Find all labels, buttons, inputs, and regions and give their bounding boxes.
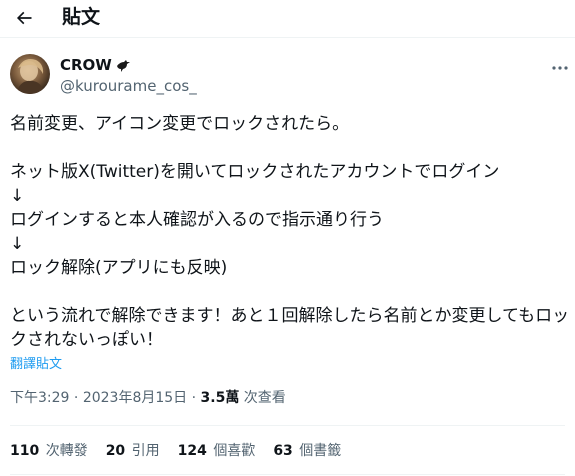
stat-label: 引用 bbox=[131, 443, 160, 459]
stat-count: 63 bbox=[273, 443, 293, 459]
quotes-stat[interactable]: 20 引用 bbox=[106, 442, 160, 460]
author-handle[interactable]: @kurourame_cos_ bbox=[60, 76, 197, 96]
header-divider bbox=[0, 37, 575, 38]
tweet-text: 名前変更、アイコン変更でロックされたら。 ネット版X(Twitter)を開いてロ… bbox=[10, 112, 570, 352]
tweet-line: ↓ bbox=[10, 234, 25, 254]
page-title: 貼文 bbox=[62, 6, 101, 28]
tweet-line bbox=[10, 136, 566, 160]
tweet-line: ログインすると本人確認が入るので指示通り行う bbox=[10, 210, 384, 230]
tweet-line: クされないっぽい！ bbox=[10, 330, 163, 350]
tweet-line: という流れで解除できます！あと１回解除したら名前とか変更してもロッ bbox=[10, 306, 570, 326]
tweet-line bbox=[10, 280, 566, 304]
tweet-meta: 下午3:29 · 2023年8月15日 · 3.5萬 次查看 bbox=[10, 389, 286, 407]
tweet-line: ロック解除(アプリにも反映) bbox=[10, 258, 228, 278]
crow-bird-icon bbox=[116, 60, 130, 72]
stat-count: 124 bbox=[177, 443, 207, 459]
back-button[interactable] bbox=[12, 6, 36, 30]
arrow-left-icon bbox=[16, 11, 32, 25]
views-label: 次查看 bbox=[243, 390, 286, 406]
bookmarks-stat[interactable]: 63 個書籤 bbox=[273, 442, 341, 460]
stat-label: 個書籤 bbox=[299, 443, 342, 459]
avatar[interactable] bbox=[10, 54, 50, 94]
stats-divider bbox=[10, 425, 565, 426]
tweet-line: ネット版X(Twitter)を開いてロックされたアカウントでログイン bbox=[10, 162, 500, 182]
stat-label: 次轉發 bbox=[45, 443, 88, 459]
more-horizontal-icon bbox=[552, 66, 568, 70]
meta-separator: · bbox=[73, 390, 79, 406]
post-date[interactable]: 2023年8月15日 bbox=[83, 390, 187, 406]
likes-stat[interactable]: 124 個喜歡 bbox=[178, 442, 256, 460]
author-name-text: CROW bbox=[60, 56, 112, 74]
top-bar: 貼文 bbox=[0, 0, 575, 36]
stat-count: 110 bbox=[10, 443, 40, 459]
engagement-stats: 110 次轉發 20 引用 124 個喜歡 63 個書籤 bbox=[10, 442, 359, 460]
stat-label: 個喜歡 bbox=[213, 443, 256, 459]
bottom-divider bbox=[10, 474, 565, 475]
meta-separator: · bbox=[191, 390, 197, 406]
author-name[interactable]: CROW bbox=[60, 55, 131, 75]
tweet-line: 名前変更、アイコン変更でロックされたら。 bbox=[10, 114, 350, 134]
reposts-stat[interactable]: 110 次轉發 bbox=[10, 442, 88, 460]
translate-post-link[interactable]: 翻譯貼文 bbox=[10, 357, 62, 373]
stat-count: 20 bbox=[105, 443, 126, 459]
more-options-button[interactable] bbox=[548, 58, 572, 78]
views-count: 3.5萬 bbox=[200, 390, 240, 406]
post-time[interactable]: 下午3:29 bbox=[10, 390, 69, 406]
tweet-line: ↓ bbox=[10, 186, 25, 206]
